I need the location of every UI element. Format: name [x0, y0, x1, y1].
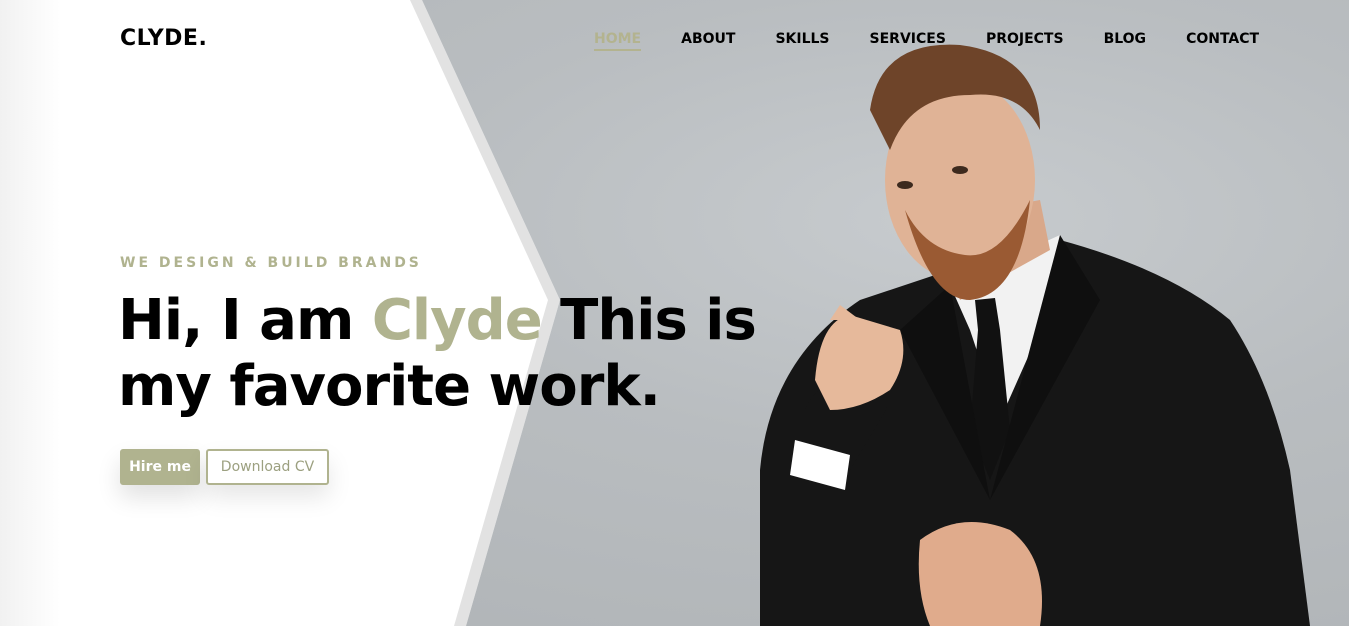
hero-buttons: Hire me Download CV	[120, 449, 329, 485]
hero-headline: Hi, I am Clyde This is my favorite work.	[118, 288, 758, 420]
download-cv-button[interactable]: Download CV	[206, 449, 329, 485]
nav-item-blog[interactable]: BLOG	[1104, 31, 1147, 51]
nav-item-skills[interactable]: SKILLS	[775, 31, 829, 51]
nav-item-projects[interactable]: PROJECTS	[986, 31, 1064, 51]
nav-item-home[interactable]: HOME	[594, 31, 642, 51]
site-logo[interactable]: CLYDE.	[120, 26, 207, 51]
nav-item-services[interactable]: SERVICES	[870, 31, 946, 51]
hero-subtitle: WE DESIGN & BUILD BRANDS	[120, 255, 422, 271]
hire-me-button[interactable]: Hire me	[120, 449, 200, 485]
headline-intro: Hi, I am	[118, 288, 372, 353]
headline-name: Clyde	[371, 288, 543, 353]
main-nav: HOME ABOUT SKILLS SERVICES PROJECTS BLOG…	[594, 31, 1259, 51]
nav-item-contact[interactable]: CONTACT	[1186, 31, 1259, 51]
nav-item-about[interactable]: ABOUT	[681, 31, 735, 51]
left-shade	[0, 0, 60, 626]
